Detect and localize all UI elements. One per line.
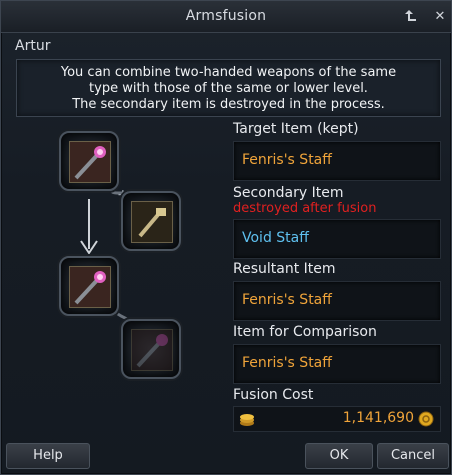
coins-icon — [238, 410, 256, 428]
gold-icon — [418, 411, 434, 427]
secondary-item-name: Void Staff — [242, 230, 309, 246]
staff-icon — [69, 141, 111, 183]
close-icon[interactable]: ✕ — [432, 9, 448, 25]
pin-icon[interactable] — [403, 9, 419, 25]
info-line: You can combine two-handed weapons of th… — [60, 65, 397, 80]
ok-button[interactable]: OK — [305, 443, 373, 469]
info-line: The secondary item is destroyed in the p… — [72, 97, 385, 112]
target-item-name: Fenris's Staff — [242, 152, 332, 168]
resultant-item-field[interactable]: Fenris's Staff — [233, 281, 441, 321]
target-item-slot[interactable] — [59, 131, 119, 191]
target-item-field[interactable]: Fenris's Staff — [233, 141, 441, 181]
fusion-cost-field: 1,141,690 — [233, 406, 441, 432]
armsfusion-window: Armsfusion ✕ Artur You can combine two-h… — [0, 0, 452, 475]
resultant-item-slot[interactable] — [59, 256, 119, 316]
cancel-button[interactable]: Cancel — [377, 443, 449, 469]
target-item-label: Target Item (kept) — [233, 121, 359, 137]
staff-icon — [131, 329, 173, 371]
comparison-item-field[interactable]: Fenris's Staff — [233, 344, 441, 384]
help-button[interactable]: Help — [6, 443, 90, 469]
title-bar[interactable]: Armsfusion ✕ — [1, 1, 451, 33]
character-name: Artur — [15, 38, 51, 54]
fusion-cost-value: 1,141,690 — [342, 410, 414, 426]
window-title: Armsfusion — [185, 8, 267, 24]
comparison-item-slot[interactable] — [121, 319, 181, 379]
secondary-item-field[interactable]: Void Staff — [233, 219, 441, 259]
secondary-item-slot[interactable] — [121, 191, 181, 251]
staff-icon — [69, 266, 111, 308]
secondary-item-label: Secondary Item — [233, 185, 344, 201]
fusion-cost-label: Fusion Cost — [233, 387, 314, 403]
resultant-item-label: Resultant Item — [233, 261, 336, 277]
resultant-item-name: Fenris's Staff — [242, 292, 332, 308]
destroy-warning: destroyed after fusion — [233, 201, 377, 216]
info-line: type with those of the same or lower lev… — [89, 81, 368, 96]
comparison-item-name: Fenris's Staff — [242, 355, 332, 371]
info-panel: You can combine two-handed weapons of th… — [16, 59, 441, 117]
staff-icon — [131, 201, 173, 243]
comparison-item-label: Item for Comparison — [233, 324, 377, 340]
